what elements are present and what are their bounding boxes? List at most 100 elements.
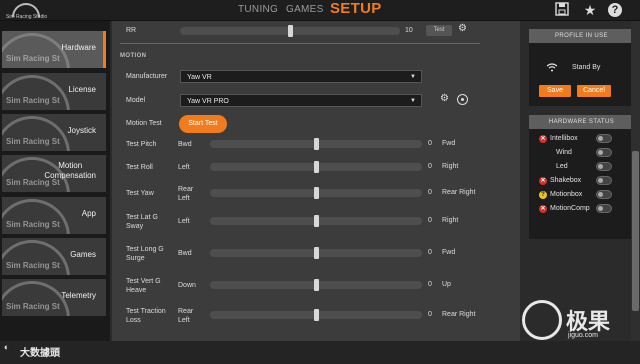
rr-label: RR [126, 27, 137, 34]
test-row-slider-thumb[interactable] [313, 138, 319, 150]
toggle-knob [598, 178, 603, 183]
chevron-down-icon: ▼ [410, 98, 416, 104]
sidebar-item-label: App [81, 209, 96, 218]
help-icon[interactable]: ? [608, 3, 622, 17]
manufacturer-value: Yaw VR [187, 74, 212, 81]
model-value: Yaw VR PRO [187, 98, 229, 105]
divider [120, 43, 480, 44]
app-logo: Sim Racing Studio [6, 2, 47, 20]
test-row-slider-thumb[interactable] [313, 187, 319, 199]
test-row-value: 0 [428, 217, 432, 224]
toggle-knob [598, 206, 603, 211]
error-icon: ✕ [539, 205, 547, 213]
error-icon: ✕ [539, 177, 547, 185]
hardware-status-name: MotionComp [550, 205, 590, 212]
sidebar-item[interactable]: Sim Racing St Joystick [2, 114, 106, 151]
model-gear-icon[interactable]: ⚙ [440, 93, 449, 104]
star-icon[interactable]: ★ [582, 2, 598, 18]
hardware-status-name: Intellibox [550, 135, 578, 142]
test-row-min-label: Left [178, 164, 190, 171]
test-row-max-label: Fwd [442, 249, 456, 256]
watermark-left: 大数據頭 [20, 348, 60, 359]
sidebar-item[interactable]: Sim Racing St Motion Compensation [2, 155, 106, 192]
model-dropdown[interactable]: Yaw VR PRO ▼ [180, 94, 422, 107]
hardware-toggle[interactable] [596, 162, 612, 171]
test-row-max-label: Rear Right [442, 189, 476, 196]
hardware-status-name: Led [556, 163, 568, 170]
test-row-max-label: Right [442, 163, 459, 170]
target-icon[interactable] [457, 94, 468, 105]
watermark-circle-icon [522, 300, 562, 340]
scrollbar[interactable] [631, 21, 640, 341]
hardware-toggle[interactable] [596, 176, 612, 185]
warning-icon: ? [539, 191, 547, 199]
rr-slider-thumb[interactable] [287, 25, 293, 37]
test-row-slider[interactable] [210, 309, 422, 321]
test-row-min-label: Down [178, 282, 196, 289]
manufacturer-dropdown[interactable]: Yaw VR ▼ [180, 70, 422, 83]
rr-slider[interactable] [180, 25, 400, 37]
hardware-status-name: Shakebox [550, 177, 582, 184]
sidebar-item-bg-text: Sim Racing St [6, 137, 60, 146]
sidebar-item-label: License [68, 85, 96, 94]
right-column: PROFILE IN USE Stand By Save Cancel HARD… [523, 21, 640, 341]
test-row-value: 0 [428, 281, 432, 288]
test-row-slider-thumb[interactable] [313, 309, 319, 321]
test-row-slider[interactable] [210, 161, 422, 173]
sidebar-item[interactable]: Sim Racing St License [2, 73, 106, 110]
hardware-toggle[interactable] [596, 190, 612, 199]
sidebar-item[interactable]: Sim Racing St Hardware [2, 31, 106, 68]
sidebar-item-label: Joystick [67, 126, 96, 135]
sidebar-item-bg-text: Sim Racing St [6, 261, 60, 270]
test-row-min-label: Bwd [178, 141, 192, 148]
toggle-knob [598, 150, 603, 155]
toggle-knob [598, 192, 603, 197]
test-row-label: Test Traction Loss [126, 308, 166, 324]
bottom-strip [0, 341, 640, 364]
save-button[interactable]: Save [539, 85, 571, 97]
sidebar-item[interactable]: Sim Racing St Games [2, 238, 106, 275]
main-panel: RR 10 Test ⚙ MOTION Manufacturer Yaw VR … [112, 21, 520, 341]
hardware-status-name: Motionbox [550, 191, 583, 198]
test-row-slider-thumb[interactable] [313, 247, 319, 259]
test-row-value: 0 [428, 311, 432, 318]
top-bar: Sim Racing Studio TUNING GAMES SETUP ★ ? [0, 0, 640, 21]
cancel-button[interactable]: Cancel [577, 85, 611, 97]
test-row-value: 0 [428, 163, 432, 170]
sidebar-item-bg-text: Sim Racing St [6, 220, 60, 229]
test-row-max-label: Right [442, 217, 459, 224]
save-icon[interactable] [554, 2, 570, 18]
test-row-slider-thumb[interactable] [313, 279, 319, 291]
wifi-icon [546, 63, 558, 74]
sidebar-item[interactable]: Sim Racing St App [2, 197, 106, 234]
hardware-status-name: Wind [556, 149, 572, 156]
test-row-max-label: Up [442, 281, 451, 288]
hardware-status-title: HARDWARE STATUS [529, 115, 634, 129]
tab-tuning[interactable]: TUNING [238, 4, 278, 15]
test-row-min-label: Left [178, 218, 190, 225]
tab-games[interactable]: GAMES [286, 4, 324, 15]
test-row-slider[interactable] [210, 279, 422, 291]
sidebar-item-bg-text: Sim Racing St [6, 96, 60, 105]
hardware-toggle[interactable] [596, 134, 612, 143]
test-row-slider-thumb[interactable] [313, 161, 319, 173]
profile-panel: PROFILE IN USE Stand By Save Cancel [529, 29, 634, 106]
error-icon: ✕ [539, 135, 547, 143]
hardware-toggle[interactable] [596, 148, 612, 157]
scrollbar-thumb[interactable] [632, 151, 639, 311]
start-test-button[interactable]: Start Test [179, 115, 227, 133]
rr-test-button[interactable]: Test [426, 25, 452, 36]
test-row-value: 0 [428, 140, 432, 147]
test-row-slider[interactable] [210, 187, 422, 199]
tab-setup[interactable]: SETUP [330, 0, 382, 17]
hardware-toggle[interactable] [596, 204, 612, 213]
test-row-slider[interactable] [210, 215, 422, 227]
test-row-slider-thumb[interactable] [313, 215, 319, 227]
test-row-slider[interactable] [210, 138, 422, 150]
sidebar-item-label: Motion Compensation [44, 161, 96, 180]
test-row-slider[interactable] [210, 247, 422, 259]
sidebar-item[interactable]: Sim Racing St Telemetry [2, 279, 106, 316]
sidebar-item-label: Hardware [61, 43, 96, 52]
rr-gear-icon[interactable]: ⚙ [458, 23, 467, 34]
rr-value: 10 [405, 27, 413, 34]
